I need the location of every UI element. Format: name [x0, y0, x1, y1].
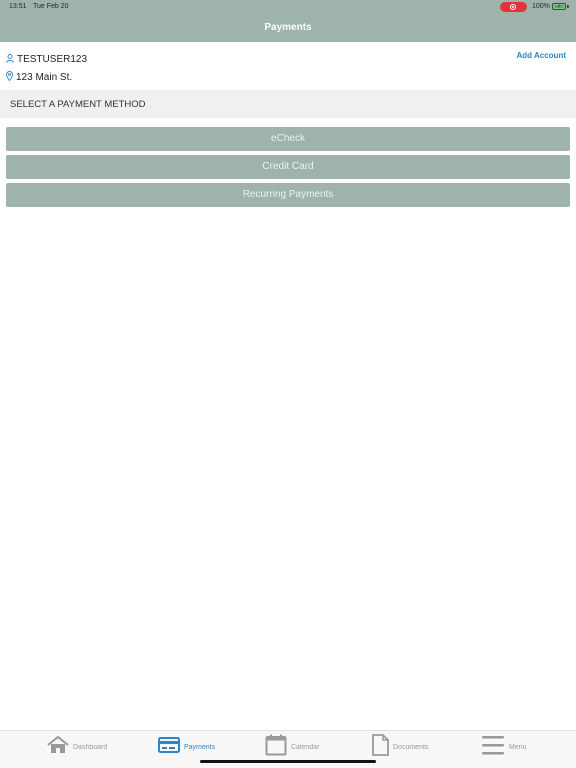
screen-recording-icon: [500, 2, 527, 12]
tab-documents[interactable]: Documents: [371, 733, 429, 761]
account-username: TESTUSER123: [17, 53, 88, 65]
calendar-icon: [265, 734, 287, 761]
navigation-bar: Payments: [0, 14, 576, 42]
tab-dashboard[interactable]: Dashboard: [47, 735, 107, 759]
account-user-row: TESTUSER123: [6, 50, 87, 68]
document-icon: [371, 733, 389, 761]
section-title: SELECT A PAYMENT METHOD: [10, 99, 146, 110]
payment-method-section-header: SELECT A PAYMENT METHOD: [0, 90, 576, 118]
tab-documents-label: Documents: [393, 743, 429, 751]
echeck-button[interactable]: eCheck: [6, 127, 570, 151]
payment-method-list: eCheck Credit Card Recurring Payments: [6, 127, 570, 211]
status-date: Tue Feb 20: [33, 3, 69, 10]
battery-percent: 100%: [532, 3, 550, 10]
status-time: 13:51: [9, 3, 27, 10]
account-address: 123 Main St.: [16, 71, 73, 83]
tab-payments[interactable]: Payments: [158, 735, 215, 759]
status-bar: 13:51 Tue Feb 20 100% ⚡: [0, 0, 576, 14]
menu-icon: [481, 734, 505, 761]
battery-cap: [567, 5, 569, 8]
credit-card-button[interactable]: Credit Card: [6, 155, 570, 179]
add-account-link[interactable]: Add Account: [517, 51, 566, 60]
home-indicator: [200, 760, 376, 763]
tab-calendar-label: Calendar: [291, 743, 320, 751]
recurring-payments-button[interactable]: Recurring Payments: [6, 183, 570, 207]
tab-menu[interactable]: Menu: [481, 735, 527, 759]
tab-dashboard-label: Dashboard: [73, 743, 108, 751]
home-icon: [47, 735, 69, 759]
tab-menu-label: Menu: [509, 743, 527, 751]
tab-calendar[interactable]: Calendar: [265, 734, 320, 761]
battery-charging-icon: ⚡: [552, 3, 566, 10]
page-title: Payments: [264, 22, 312, 33]
payment-card-icon: [158, 736, 180, 758]
account-info: TESTUSER123 123 Main St. Add Account: [0, 42, 576, 90]
account-address-row: 123 Main St.: [6, 68, 72, 86]
tab-payments-label: Payments: [184, 743, 216, 751]
location-pin-icon: [6, 68, 13, 86]
user-icon: [6, 50, 14, 68]
